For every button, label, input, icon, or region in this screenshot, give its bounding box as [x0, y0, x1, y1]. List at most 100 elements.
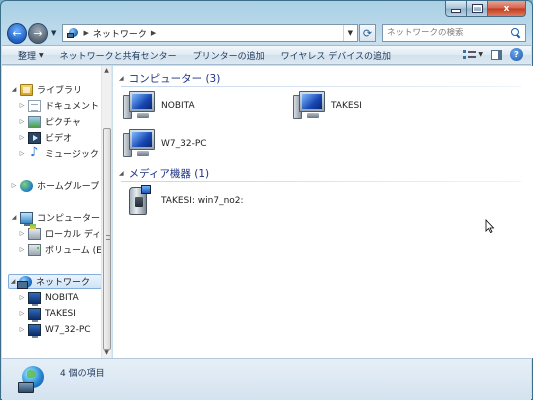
item-count: 4 個の項目 [60, 369, 105, 379]
network-icon [67, 28, 79, 38]
search-icon[interactable] [511, 28, 521, 38]
nav-item-libraries[interactable]: ◢ ライブラリ [10, 82, 82, 97]
local-disk-icon [28, 223, 41, 240]
address-bar[interactable]: ▶ ネットワーク ▶ ▼ [62, 24, 358, 42]
collapsed-arrow-icon[interactable]: ▷ [18, 294, 26, 301]
nav-item-label: ネットワーク [36, 278, 91, 288]
expanded-arrow-icon[interactable]: ◢ [10, 86, 18, 93]
collapsed-arrow-icon[interactable]: ▷ [10, 182, 18, 189]
network-icon [17, 275, 32, 289]
group-header-media-devices[interactable]: ◢ メディア機器 (1) [119, 166, 209, 180]
nav-item-nobita[interactable]: ▷ NOBITA [18, 290, 79, 306]
add-printer-button[interactable]: プリンターの追加 [186, 49, 274, 62]
minimize-icon [452, 10, 460, 12]
computer-icon [123, 129, 157, 159]
add-wireless-device-button[interactable]: ワイヤレス デバイスの追加 [274, 49, 400, 62]
status-bar: 4 個の項目 [2, 358, 531, 400]
group-header-computers[interactable]: ◢ コンピューター (3) [119, 71, 220, 85]
library-icon [20, 83, 33, 96]
expanded-arrow-icon[interactable]: ◢ [9, 278, 17, 285]
nav-item-homegroup[interactable]: ▷ ホームグループ [10, 178, 99, 193]
recent-pages-dropdown[interactable]: ▼ [49, 29, 58, 37]
group-header-label: メディア機器 (1) [128, 167, 210, 180]
preview-pane-icon[interactable] [491, 49, 502, 60]
nav-item-music[interactable]: ▷ ミュージック [18, 145, 99, 161]
computer-icon [293, 91, 327, 121]
organize-button[interactable]: 整理 ▼ [12, 49, 53, 62]
media-device-tile-takesi[interactable]: TAKESI: win7_no2: [123, 185, 244, 217]
nav-item-computer[interactable]: ◢ コンピューター [10, 210, 100, 226]
collapsed-arrow-icon[interactable]: ▷ [18, 102, 26, 109]
explorer-window: x ← → ▼ ▶ ネットワーク ▶ ▼ ⟳ 整理▼ ネットワークと共有センター… [0, 0, 533, 400]
nav-item-takesi[interactable]: ▷ TAKESI [18, 306, 76, 322]
help-icon[interactable]: ? [510, 48, 523, 61]
collapsed-arrow-icon[interactable]: ▷ [18, 134, 26, 141]
forward-button[interactable]: → [27, 22, 48, 44]
maximize-icon [472, 5, 482, 12]
address-dropdown-icon[interactable]: ▼ [342, 25, 357, 41]
maximize-button[interactable] [467, 1, 488, 17]
add-printer-label: プリンターの追加 [192, 51, 265, 62]
network-pc-icon [28, 323, 41, 338]
back-arrow-icon: ← [12, 26, 22, 40]
breadcrumb-separator-icon[interactable]: ▶ [83, 29, 88, 37]
collapsed-arrow-icon[interactable]: ▷ [18, 150, 26, 157]
videos-icon [28, 131, 41, 144]
close-button[interactable]: x [488, 1, 526, 17]
caption-buttons: x [445, 1, 526, 17]
navigation-row: ← → ▼ ▶ ネットワーク ▶ ▼ ⟳ [7, 21, 526, 45]
computer-icon [20, 211, 33, 226]
nav-item-videos[interactable]: ▷ ビデオ [18, 130, 72, 145]
group-header-label: コンピューター (3) [128, 72, 221, 85]
tile-label: TAKESI: win7_no2: [161, 196, 244, 206]
back-button[interactable]: ← [7, 22, 27, 44]
nav-pane-scrollbar[interactable]: ▲ ▼ [101, 66, 111, 358]
change-view-icon[interactable] [463, 50, 477, 60]
scroll-up-icon[interactable]: ▲ [102, 66, 111, 76]
nav-item-network[interactable]: ◢ ネットワーク [8, 274, 102, 289]
documents-icon [28, 99, 41, 112]
scroll-down-icon[interactable]: ▼ [102, 348, 111, 358]
nav-item-label: NOBITA [45, 292, 79, 303]
group-divider [121, 181, 521, 182]
search-box[interactable] [382, 24, 526, 42]
nav-item-label: ミュージック [45, 150, 99, 160]
command-bar: 整理 ▼ ネットワークと共有センター プリンターの追加 ワイヤレス デバイスの追加… [2, 45, 531, 65]
tile-label: W7_32-PC [161, 139, 207, 149]
computer-tile-w7-32-pc[interactable]: W7_32-PC [123, 129, 207, 159]
mouse-pointer-icon [485, 219, 495, 233]
view-options-dropdown-icon[interactable]: ▼ [478, 51, 483, 58]
content-area: ◢ コンピューター (3) NOBITA TAKESI W7_32-PC ◢ メ… [113, 66, 533, 358]
minimize-button[interactable] [445, 1, 467, 17]
tile-label: NOBITA [161, 101, 195, 111]
nav-item-pictures[interactable]: ▷ ピクチャ [18, 114, 81, 129]
nav-item-label: ボリューム (E:) [45, 246, 109, 256]
collapse-arrow-icon[interactable]: ◢ [119, 75, 124, 82]
nav-item-label: W7_32-PC [45, 324, 91, 335]
refresh-button[interactable]: ⟳ [358, 24, 376, 42]
scrollbar-thumb[interactable] [103, 128, 111, 350]
nav-item-documents[interactable]: ▷ ドキュメント [18, 98, 99, 113]
network-sharing-center-button[interactable]: ネットワークと共有センター [53, 49, 186, 62]
collapsed-arrow-icon[interactable]: ▷ [18, 246, 26, 253]
nav-item-label: TAKESI [45, 308, 76, 319]
breadcrumb-separator-icon[interactable]: ▶ [151, 29, 156, 37]
computer-tile-nobita[interactable]: NOBITA [123, 91, 195, 121]
expanded-arrow-icon[interactable]: ◢ [10, 214, 18, 221]
computer-icon [123, 91, 157, 121]
collapsed-arrow-icon[interactable]: ▷ [18, 230, 26, 237]
breadcrumb-network[interactable]: ネットワーク [93, 27, 147, 40]
nav-item-w7-32-pc[interactable]: ▷ W7_32-PC [18, 322, 91, 338]
collapse-arrow-icon[interactable]: ◢ [119, 170, 124, 177]
computer-tile-takesi[interactable]: TAKESI [293, 91, 362, 121]
collapsed-arrow-icon[interactable]: ▷ [18, 310, 26, 317]
network-pc-icon [28, 291, 41, 306]
media-device-icon [127, 185, 155, 217]
homegroup-icon [20, 179, 33, 192]
tile-label: TAKESI [331, 101, 362, 111]
search-input[interactable] [387, 28, 511, 38]
collapsed-arrow-icon[interactable]: ▷ [18, 118, 26, 125]
nav-item-volume-e[interactable]: ▷ ボリューム (E:) [18, 242, 108, 257]
nav-item-local-disk[interactable]: ▷ ローカル ディス [18, 223, 110, 241]
collapsed-arrow-icon[interactable]: ▷ [18, 326, 26, 333]
